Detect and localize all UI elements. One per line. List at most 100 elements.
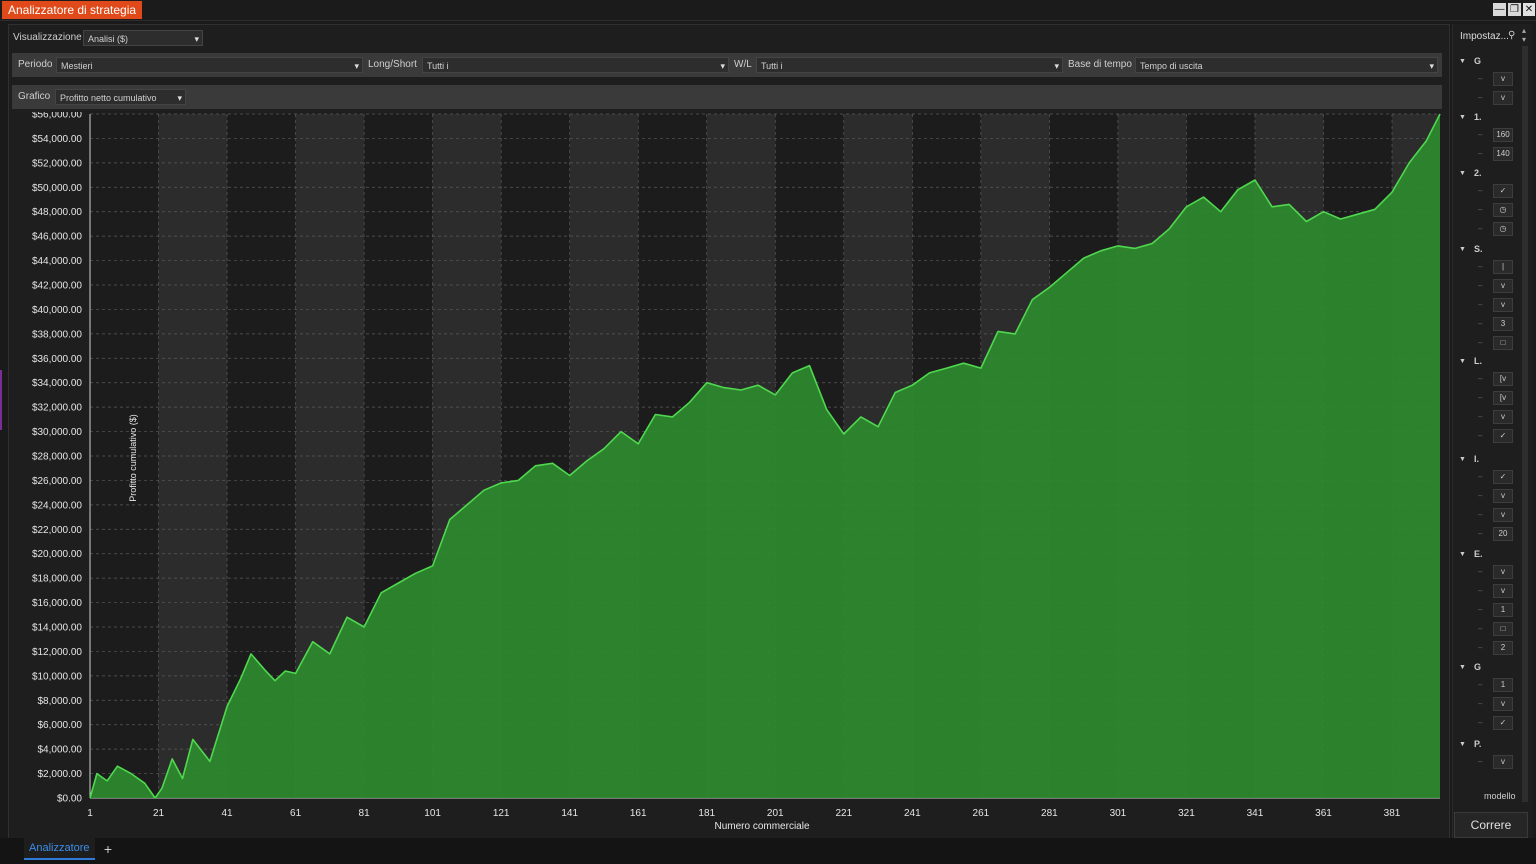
setting-control[interactable]: □ [1493, 336, 1513, 350]
group-collapse-icon[interactable]: ▼ [1459, 551, 1466, 558]
setting-control[interactable]: 3 [1493, 317, 1513, 331]
setting-control[interactable]: 1 [1493, 678, 1513, 692]
pin-icon[interactable]: ⚲ [1508, 30, 1515, 41]
settings-group-label: I. [1474, 454, 1480, 464]
setting-control[interactable]: ✓ [1493, 429, 1513, 443]
settings-group-label: E. [1474, 549, 1483, 559]
setting-control[interactable]: v [1493, 72, 1513, 86]
setting-control[interactable]: ✓ [1493, 470, 1513, 484]
setting-row-marker: – [1478, 718, 1483, 727]
setting-control[interactable]: | [1493, 260, 1513, 274]
setting-control[interactable]: v [1493, 298, 1513, 312]
setting-control[interactable]: v [1493, 489, 1513, 503]
setting-control[interactable]: v [1493, 279, 1513, 293]
setting-control[interactable]: v [1493, 91, 1513, 105]
run-button[interactable]: Correre [1454, 812, 1528, 838]
y-tick-label: $0.00 [57, 794, 82, 805]
group-collapse-icon[interactable]: ▼ [1459, 664, 1466, 671]
chart-type-dropdown[interactable]: Profitto netto cumulativo ▾ [55, 89, 186, 105]
tab-analyzer[interactable]: Analizzatore [24, 838, 95, 860]
x-tick-label: 181 [698, 808, 715, 819]
y-tick-label: $32,000.00 [32, 403, 82, 414]
template-label: modello [1484, 791, 1516, 801]
group-collapse-icon[interactable]: ▼ [1459, 456, 1466, 463]
display-label: Visualizzazione [13, 32, 82, 43]
display-dropdown-value: Analisi ($) [88, 34, 129, 44]
setting-control[interactable]: v [1493, 697, 1513, 711]
setting-control[interactable]: ◷ [1493, 203, 1513, 217]
x-tick-label: 141 [561, 808, 578, 819]
restore-button[interactable]: ❐ [1508, 3, 1521, 16]
setting-row-marker: – [1478, 319, 1483, 328]
long-short-dropdown[interactable]: Tutti i ▾ [422, 57, 729, 73]
settings-group-label: S. [1474, 244, 1483, 254]
group-collapse-icon[interactable]: ▼ [1459, 358, 1466, 365]
long-short-label: Long/Short [368, 59, 417, 70]
add-tab-button[interactable]: + [101, 840, 115, 858]
x-tick-label: 21 [153, 808, 165, 819]
group-collapse-icon[interactable]: ▼ [1459, 114, 1466, 121]
setting-row-marker: – [1478, 74, 1483, 83]
setting-row-marker: – [1478, 624, 1483, 633]
setting-control[interactable]: v [1493, 755, 1513, 769]
time-base-dropdown[interactable]: Tempo di uscita ▾ [1135, 57, 1438, 73]
group-collapse-icon[interactable]: ▼ [1459, 58, 1466, 65]
setting-control[interactable]: 160 [1493, 128, 1513, 142]
y-tick-label: $54,000.00 [32, 134, 82, 145]
y-tick-label: $10,000.00 [32, 671, 82, 682]
setting-control[interactable]: 140 [1493, 147, 1513, 161]
period-dropdown[interactable]: Mestieri ▾ [56, 57, 363, 73]
setting-control[interactable]: [v [1493, 391, 1513, 405]
y-tick-label: $16,000.00 [32, 598, 82, 609]
settings-group-label: 1. [1474, 112, 1482, 122]
close-button[interactable]: ✕ [1523, 3, 1535, 16]
title-bar [0, 0, 1536, 21]
group-collapse-icon[interactable]: ▼ [1459, 170, 1466, 177]
y-tick-label: $44,000.00 [32, 256, 82, 267]
scroll-arrows-icon[interactable]: ▴ ▾ [1522, 26, 1526, 44]
setting-control[interactable]: v [1493, 410, 1513, 424]
setting-row-marker: – [1478, 472, 1483, 481]
y-tick-label: $30,000.00 [32, 427, 82, 438]
setting-control[interactable]: ◷ [1493, 222, 1513, 236]
y-tick-label: $42,000.00 [32, 281, 82, 292]
group-collapse-icon[interactable]: ▼ [1459, 741, 1466, 748]
x-tick-label: 101 [424, 808, 441, 819]
x-tick-label: 321 [1178, 808, 1195, 819]
minimize-button[interactable]: — [1493, 3, 1506, 16]
win-loss-dropdown[interactable]: Tutti i ▾ [756, 57, 1063, 73]
setting-control[interactable]: [v [1493, 372, 1513, 386]
chevron-down-icon: ▾ [194, 34, 199, 44]
y-tick-label: $12,000.00 [32, 647, 82, 658]
setting-control[interactable]: v [1493, 508, 1513, 522]
setting-control[interactable]: ✓ [1493, 184, 1513, 198]
setting-row-marker: – [1478, 567, 1483, 576]
setting-row-marker: – [1478, 605, 1483, 614]
chart-select-bar [12, 85, 1442, 109]
setting-control[interactable]: □ [1493, 622, 1513, 636]
win-loss-dropdown-value: Tutti i [761, 61, 783, 71]
cumulative-profit-chart: $0.00 $2,000.00 $4,000.00 $6,000.00 $8,000.0… [32, 112, 1441, 832]
y-tick-label: $56,000.00 [32, 112, 82, 121]
tab-bar [0, 838, 1536, 864]
setting-control[interactable]: ✓ [1493, 716, 1513, 730]
setting-control[interactable]: 1 [1493, 603, 1513, 617]
display-dropdown[interactable]: Analisi ($) ▾ [83, 30, 203, 46]
settings-group-label: 2. [1474, 168, 1482, 178]
settings-scrollbar[interactable] [1522, 46, 1528, 802]
win-loss-label: W/L [734, 59, 752, 70]
y-tick-label: $50,000.00 [32, 183, 82, 194]
group-collapse-icon[interactable]: ▼ [1459, 246, 1466, 253]
y-tick-label: $28,000.00 [32, 452, 82, 463]
settings-group-label: G [1474, 56, 1482, 66]
long-short-dropdown-value: Tutti i [427, 61, 449, 71]
setting-control[interactable]: 20 [1493, 527, 1513, 541]
setting-control[interactable]: 2 [1493, 641, 1513, 655]
y-tick-label: $40,000.00 [32, 305, 82, 316]
y-tick-label: $38,000.00 [32, 329, 82, 340]
setting-control[interactable]: v [1493, 584, 1513, 598]
period-label: Periodo [18, 59, 53, 70]
x-tick-label: 121 [493, 808, 510, 819]
setting-control[interactable]: v [1493, 565, 1513, 579]
y-tick-label: $4,000.00 [38, 745, 83, 756]
